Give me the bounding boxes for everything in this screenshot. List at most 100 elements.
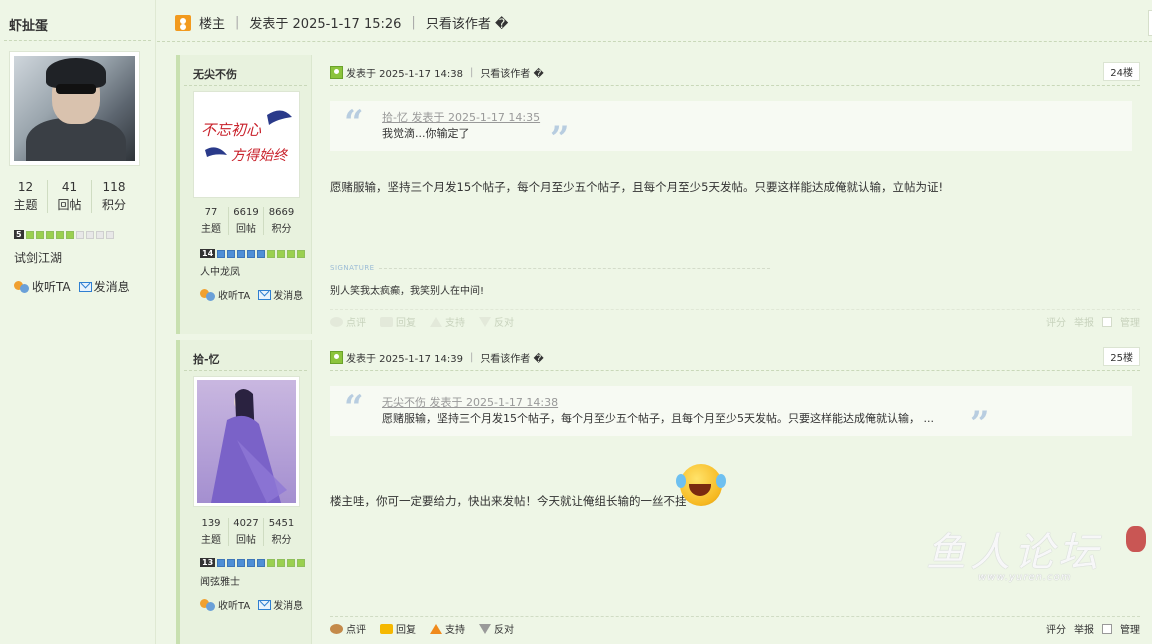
quote-open-icon: “: [344, 103, 364, 143]
follow-button[interactable]: 收听TA: [14, 278, 71, 295]
stat-points[interactable]: 8669 积分: [264, 207, 299, 235]
support-button[interactable]: 支持: [430, 314, 465, 329]
mail-icon: [258, 599, 272, 610]
watermark-url: www.yuren.com: [978, 572, 1072, 583]
op-username[interactable]: 虾扯蛋: [9, 15, 48, 34]
signature-block: SIGNATURE 别人笑我太疯癫，我笑别人在中间!: [330, 264, 770, 297]
oppose-button[interactable]: 反对: [479, 621, 514, 636]
mail-icon: [258, 289, 272, 300]
comment-button[interactable]: 点评: [330, 314, 366, 329]
post-author-group[interactable]: 人中龙凤: [200, 263, 240, 278]
thumb-down-icon: [479, 316, 491, 327]
post-time: 发表于 2025-1-17 15:26: [249, 17, 402, 32]
op-stat-points[interactable]: 118 积分: [92, 180, 136, 213]
follow-button[interactable]: 收听TA: [200, 597, 250, 612]
svg-text:方得始终: 方得始终: [231, 148, 289, 164]
stat-topics[interactable]: 77 主题: [194, 207, 229, 235]
op-level-bar: 5: [14, 230, 114, 239]
message-button[interactable]: 发消息: [258, 597, 303, 612]
reply-icon: [380, 316, 393, 327]
post-author-actions: 收听TA 发消息: [200, 597, 303, 612]
comment-icon: [330, 623, 343, 634]
thread-starter-icon: [175, 14, 191, 31]
comment-button[interactable]: 点评: [330, 621, 366, 636]
quote-close-icon: ”: [970, 404, 990, 444]
signature-label: SIGNATURE: [330, 264, 770, 272]
quote-close-icon: ”: [550, 119, 570, 159]
mail-icon: [78, 281, 92, 292]
floor-number[interactable]: 24楼: [1103, 62, 1140, 81]
stat-replies[interactable]: 4027 回帖: [229, 518, 264, 546]
divider: [4, 40, 151, 41]
floor-number[interactable]: 25楼: [1103, 347, 1140, 366]
role-label: 楼主: [199, 17, 226, 32]
thumb-up-icon: [430, 623, 442, 634]
post-actions-bar: 点评 回复 支持 反对 评分 举报 管理: [330, 309, 1140, 329]
post-author-avatar[interactable]: 不忘初心 方得始终: [193, 91, 300, 198]
post-author-group[interactable]: 闻弦雅士: [200, 573, 240, 588]
op-actions: 收听TA 发消息: [14, 278, 130, 295]
rate-link[interactable]: 评分: [1046, 621, 1066, 636]
stat-replies[interactable]: 6619 回帖: [229, 207, 264, 235]
report-link[interactable]: 举报: [1074, 314, 1094, 329]
message-button[interactable]: 发消息: [78, 278, 130, 295]
post-author-stats: 139 主题 4027 回帖 5451 积分: [194, 518, 300, 546]
svg-text:不忘初心: 不忘初心: [201, 121, 262, 139]
manage-checkbox[interactable]: [1102, 623, 1112, 634]
reply-button[interactable]: 回复: [380, 621, 416, 636]
quote-block: “ 无尖不伤 发表于 2025-1-17 14:38 愿赌服输，坚持三个月发15…: [330, 386, 1132, 444]
post-author-avatar[interactable]: [193, 376, 300, 507]
op-group[interactable]: 试剑江湖: [14, 249, 62, 266]
post-24: 无尖不伤 不忘初心 方得始终 77主题 6619回帖 8669积分 14: [176, 55, 1146, 334]
quote-source-link[interactable]: 无尖不伤 发表于 2025-1-17 14:38: [382, 394, 1122, 410]
op-stats: 12 主题 41 回帖 118 积分: [4, 180, 136, 213]
op-stat-replies[interactable]: 41 回帖: [48, 180, 92, 213]
manage-label: 管理: [1120, 625, 1140, 636]
level-badge: 13: [200, 558, 216, 567]
manage-checkbox[interactable]: [1102, 316, 1112, 327]
site-watermark: 鱼人论坛 www.yuren.com: [920, 512, 1150, 602]
op-post-header: 楼主 | 发表于 2025-1-17 15:26 | 只看该作者 � 2: [157, 4, 1152, 42]
support-button[interactable]: 支持: [430, 621, 465, 636]
post-level-bar: 14: [200, 249, 306, 258]
post-author-name[interactable]: 无尖不伤: [193, 66, 237, 82]
only-author-link[interactable]: 只看该作者 �: [426, 13, 508, 32]
level-badge: 5: [14, 230, 24, 239]
forum-thread-page: 虾扯蛋 12 主题 41 回帖 118 积分 5 试剑江湖 收听TA 发消息 楼主 |…: [0, 0, 1152, 644]
post-time: 发表于 2025-1-17 14:39: [346, 353, 463, 365]
laughing-emoji-icon: [676, 464, 722, 506]
quote-text: 愿赌服输，坚持三个月发15个帖子，每个月至少五个帖子，且每个月至少5天发帖。只要…: [382, 412, 934, 425]
post-message: 愿赌服输，坚持三个月发15个帖子，每个月至少五个帖子，且每个月至少5天发帖。只要…: [330, 180, 944, 194]
reply-icon: [380, 623, 393, 634]
stat-points[interactable]: 5451 积分: [264, 518, 299, 546]
seal-icon: [1126, 526, 1146, 552]
oppose-button[interactable]: 反对: [479, 314, 514, 329]
post-time: 发表于 2025-1-17 14:38: [346, 68, 463, 80]
post-content: 发表于 2025-1-17 14:38 | 只看该作者 � 24楼 “ 拾-忆 …: [312, 55, 1146, 334]
rate-link[interactable]: 评分: [1046, 314, 1066, 329]
floor-badge-partial: 2: [1148, 10, 1152, 36]
post-author-stats: 77 主题 6619 回帖 8669 积分: [194, 207, 300, 235]
level-badge: 14: [200, 249, 216, 258]
quote-source-link[interactable]: 拾-忆 发表于 2025-1-17 14:35: [382, 109, 1122, 125]
op-avatar[interactable]: [9, 51, 140, 166]
only-author-link[interactable]: 只看该作者 �: [480, 65, 543, 80]
op-author-column: 虾扯蛋 12 主题 41 回帖 118 积分 5 试剑江湖 收听TA 发消息: [0, 0, 156, 644]
only-author-link[interactable]: 只看该作者 �: [480, 350, 543, 365]
post-author-name[interactable]: 拾-忆: [193, 351, 220, 367]
follow-icon: [14, 280, 30, 293]
message-button[interactable]: 发消息: [258, 287, 303, 302]
avatar-image: [14, 56, 135, 161]
avatar-image: [197, 380, 296, 503]
post-actions-bar: 点评 回复 支持 反对 评分 举报 管理: [330, 616, 1140, 636]
post-level-bar: 13: [200, 558, 306, 567]
user-icon: [330, 65, 343, 79]
reply-button[interactable]: 回复: [380, 314, 416, 329]
post-author-column: 无尖不伤 不忘初心 方得始终 77主题 6619回帖 8669积分 14: [180, 55, 312, 334]
stat-topics[interactable]: 139 主题: [194, 518, 229, 546]
follow-icon: [200, 598, 216, 611]
op-stat-topics[interactable]: 12 主题: [4, 180, 48, 213]
post-author-column: 拾-忆 139 主题 4027 回帖 5451 积分 13 闻弦雅士 收听TA …: [180, 340, 312, 644]
follow-button[interactable]: 收听TA: [200, 287, 250, 302]
report-link[interactable]: 举报: [1074, 621, 1094, 636]
